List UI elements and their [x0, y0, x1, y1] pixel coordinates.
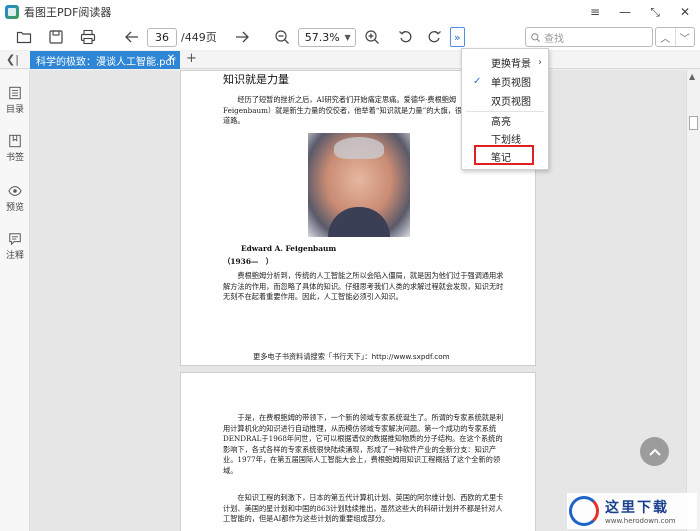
zoom-in-icon[interactable]	[360, 26, 384, 48]
vertical-scrollbar[interactable]: ▲	[686, 70, 700, 531]
rotate-right-icon[interactable]	[422, 26, 446, 48]
toolbar: 36 /449页 57.3% ▼ » 查找 ︿ ﹀	[0, 24, 700, 50]
photo-caption-years: （1936— ）	[223, 257, 274, 266]
checkmark-icon: ✓	[473, 75, 482, 87]
section-heading: 知识就是力量	[223, 73, 289, 86]
page-number-input[interactable]: 36	[147, 27, 177, 47]
watermark-text: 这里下载	[605, 500, 669, 516]
sidebar: 目录 书签 预览 注释	[0, 70, 30, 531]
sidebar-item-label: 目录	[5, 105, 24, 115]
sidebar-item-label: 预览	[5, 203, 24, 213]
more-tools-button[interactable]: »	[449, 27, 465, 47]
portrait-photo	[308, 133, 410, 237]
tab-bar: ❮| 科学的极致：漫谈人工智能.pdf ✕ +	[0, 51, 700, 69]
tab-close-icon[interactable]: ✕	[167, 53, 175, 64]
chevron-up-icon	[648, 448, 661, 456]
minimize-icon[interactable]: —	[610, 0, 640, 24]
menu-item-label: 更换背景	[491, 58, 531, 70]
maximize-icon[interactable]: ⤡	[640, 0, 670, 24]
new-tab-button[interactable]: +	[186, 51, 197, 66]
search-icon	[531, 32, 540, 42]
sidebar-item-annotations[interactable]: 注释	[0, 232, 30, 261]
eye-icon	[8, 186, 22, 196]
next-page-icon[interactable]	[230, 26, 254, 48]
menu-item-change-background[interactable]: 更换背景 ›	[462, 53, 548, 71]
menu-item-label: 高亮	[491, 116, 511, 128]
menu-item-label: 单页视图	[491, 77, 531, 89]
close-icon[interactable]: ✕	[670, 0, 700, 24]
sidebar-item-preview[interactable]: 预览	[0, 184, 30, 213]
selection-highlight-box	[474, 145, 534, 165]
scroll-up-icon[interactable]: ▲	[689, 72, 695, 81]
paragraph: 费根鲍姆分析到，传统的人工智能之所以会陷入僵局，就是因为他们过于强调通用求解方法…	[223, 271, 504, 301]
watermark-url: www.herodown.com	[605, 517, 676, 525]
pdf-page: 于是，在费根鲍姆的带领下，一个新的领域专家系统诞生了。所谓的专家系统就是利用计算…	[180, 372, 536, 531]
sidebar-item-label: 注释	[5, 251, 24, 261]
sidebar-item-bookmarks[interactable]: 书签	[0, 134, 30, 163]
page-footer: 更多电子书资料请搜索「书行天下」：http://www.sxpdf.com	[253, 352, 450, 361]
bookmark-icon	[9, 134, 21, 148]
document-tab-label: 科学的极致：漫谈人工智能.pdf	[36, 56, 176, 68]
search-navigation: ︿ ﹀	[655, 27, 695, 47]
open-folder-icon[interactable]	[12, 26, 36, 48]
document-tab[interactable]: 科学的极致：漫谈人工智能.pdf ✕	[30, 51, 180, 69]
scrollbar-thumb[interactable]	[689, 116, 698, 130]
search-up-icon[interactable]: ︿	[656, 28, 675, 46]
sidebar-item-toc[interactable]: 目录	[0, 86, 30, 115]
rotate-left-icon[interactable]	[394, 26, 418, 48]
zoom-select[interactable]: 57.3% ▼	[297, 27, 356, 47]
window-controls: ≡ — ⤡ ✕	[580, 0, 700, 24]
app-title: 看图王PDF阅读器	[24, 6, 112, 19]
search-input[interactable]: 查找	[525, 27, 653, 47]
sidebar-item-label: 书签	[5, 153, 24, 163]
menu-item-label: 双页视图	[491, 96, 531, 108]
search-down-icon[interactable]: ﹀	[674, 28, 695, 46]
paragraph: 在知识工程的刺激下，日本的第五代计算机计划、英国的阿尔维计划、西欧的尤里卡计划、…	[223, 493, 504, 523]
menu-item-double-page[interactable]: 双页视图	[462, 91, 548, 109]
photo-caption-name: Edward A. Feigenbaum	[241, 244, 337, 253]
document-viewer[interactable]: 知识就是力量 经历了短暂的挫折之后，AI研究者们开始痛定思痛。爱德华·费根鲍姆（…	[30, 70, 686, 531]
zoom-value: 57.3%	[304, 30, 340, 44]
print-icon[interactable]	[76, 26, 100, 48]
menu-icon[interactable]: ≡	[580, 0, 610, 24]
collapse-sidebar-icon[interactable]: ❮|	[6, 53, 19, 66]
menu-item-single-page[interactable]: ✓ 单页视图	[462, 72, 548, 90]
search-placeholder: 查找	[544, 33, 564, 45]
menu-item-highlight[interactable]: 高亮	[462, 111, 548, 129]
previous-page-icon[interactable]	[120, 26, 144, 48]
chevron-down-icon: ▼	[344, 32, 351, 42]
chevron-right-icon: ›	[538, 56, 542, 68]
watermark-logo-icon	[569, 496, 599, 526]
app-logo-icon	[5, 5, 19, 19]
comment-icon	[9, 233, 21, 246]
page-total-label: /449页	[181, 31, 217, 44]
save-icon[interactable]	[44, 26, 68, 48]
paragraph: 于是，在费根鲍姆的带领下，一个新的领域专家系统诞生了。所谓的专家系统就是利用计算…	[223, 413, 504, 475]
scroll-to-top-button[interactable]	[640, 437, 669, 466]
menu-item-label: 下划线	[491, 134, 521, 146]
title-bar: 看图王PDF阅读器 ≡ — ⤡ ✕	[0, 0, 700, 24]
zoom-out-icon[interactable]	[270, 26, 294, 48]
toc-icon	[9, 86, 21, 100]
watermark: 这里下载 www.herodown.com	[567, 493, 697, 529]
